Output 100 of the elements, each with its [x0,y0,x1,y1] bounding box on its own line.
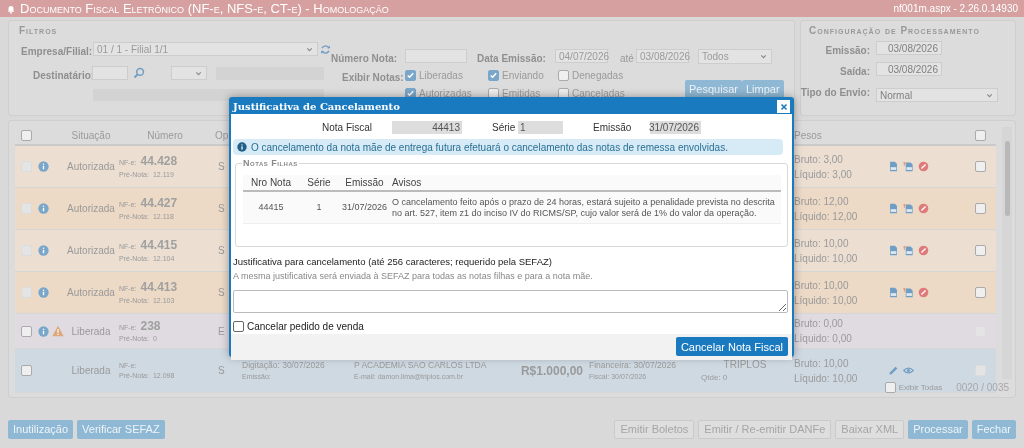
button[interactable]: Processar [908,420,968,439]
checkbox[interactable] [974,287,986,298]
field-label: Emissão [593,120,633,135]
checkbox[interactable] [974,203,986,214]
select-field[interactable]: Todos [698,49,772,64]
input-field[interactable]: 04/07/2026 [555,49,608,63]
checkbox[interactable] [884,382,896,393]
input-field[interactable]: 03/08/2026 [636,49,689,63]
checkbox[interactable] [20,325,32,337]
document-icon[interactable] [888,203,899,214]
cell-text: Financeira: 30/07/2026 [589,358,677,372]
text-area[interactable] [233,289,788,313]
weight-text: Líquido: 3,00 [794,167,853,182]
cancel-icon[interactable] [918,161,929,172]
field-label: Empresa/Filial: [21,45,93,59]
button[interactable]: Fechar [971,420,1016,439]
note-number: 44.413 [140,280,178,296]
document-arrow-icon[interactable] [903,161,914,172]
document-arrow-icon[interactable] [903,245,914,256]
table-cell: 31/07/2026 [341,202,387,213]
checkbox-option[interactable]: Liberadas [405,68,463,83]
readonly-field: 44413 [392,120,462,134]
alert-text: O cancelamento da nota mãe de entrega futura efetuará o cancelamento das notas de remessa envolvidas. [251,140,728,155]
checkbox[interactable] [974,245,986,256]
cancel-icon[interactable] [918,203,929,214]
button[interactable]: Verificar SEFAZ [77,420,165,439]
column-header: Pesos [794,130,822,141]
close-icon [778,101,789,112]
column-header: Situação [71,129,111,143]
status-text: Liberada [71,364,111,378]
weight-text: Líquido: 10,00 [794,251,859,266]
eye-icon[interactable] [903,365,914,376]
close-button[interactable] [777,100,790,113]
readonly-field: 31/07/2026 [650,120,701,134]
checkbox-option[interactable]: Denegadas [558,68,624,83]
checkbox-option[interactable]: Enviando [488,68,544,83]
caret-icon [759,52,768,61]
version-text: nf001m.aspx - 2.26.0.14930 [893,2,1018,16]
checkbox[interactable] [974,161,986,172]
field-label: Justificativa para cancelamento (até 256 caracteres; requerido pela SEFAZ) [233,255,553,269]
status-text: Autorizada [67,244,115,258]
dialog-title: Justificativa de Cancelamento [233,100,400,114]
date-field[interactable]: 03/08/2026 [876,62,942,76]
cancel-icon[interactable] [918,287,929,298]
weight-text: Líquido: 0,00 [794,332,853,346]
column-header: Nro Nota [251,176,291,190]
cancel-invoice-button[interactable]: Cancelar Nota Fiscal [675,337,788,357]
checkbox[interactable] [488,70,499,81]
note-number: 44.427 [140,196,178,212]
field-label: Destinatário: [33,69,95,83]
operation-text: S [218,202,225,216]
field-label: Saída: [840,65,870,79]
column-header: Emissão [345,176,384,190]
table-cell: 1 [316,202,322,213]
cell-text: Digitação: 30/07/2026 [242,358,326,372]
table-cell: 44415 [258,202,284,213]
weight-text: Bruto: 10,00 [794,236,850,251]
select-field[interactable] [171,66,207,80]
column-header: Número [147,129,183,143]
date-field[interactable]: 03/08/2026 [876,41,942,55]
checkbox[interactable] [20,130,32,141]
column-header: Op [215,129,229,143]
document-arrow-icon[interactable] [903,203,914,214]
info-icon [237,142,247,152]
checkbox[interactable] [405,70,416,81]
document-icon[interactable] [888,245,899,256]
pencil-icon[interactable] [888,365,899,376]
operation-text: E [218,324,225,339]
weight-text: Bruto: 0,00 [794,317,844,331]
cancel-icon[interactable] [918,245,929,256]
weight-text: Líquido: 12,00 [794,209,859,224]
weight-text: Líquido: 10,00 [794,293,859,308]
select-field[interactable]: 01 / 1 - Filial 1/1 [93,42,318,56]
checkbox[interactable] [233,320,244,332]
select-field[interactable]: Normal [876,88,998,102]
button[interactable]: Inutilização [8,420,74,439]
document-arrow-icon[interactable] [903,287,914,298]
weight-text: Líquido: 10,00 [794,371,859,386]
panel-legend: Filtros [19,23,58,38]
checkbox-option[interactable]: Cancelar pedido de venda [233,318,790,334]
checkbox[interactable] [974,130,986,141]
note-number: 44.428 [140,154,178,170]
refresh-icon[interactable] [320,44,331,55]
status-text: Liberada [71,324,111,339]
weight-text: Bruto: 10,00 [794,278,850,293]
field-label: Emissão: [825,44,870,58]
weight-text: Bruto: 12,00 [794,194,850,209]
button[interactable]: Pesquisar [685,80,742,99]
field-label: Número Nota: [331,52,398,66]
status-text: Autorizada [67,202,115,216]
operation-text: S [218,286,225,300]
document-icon[interactable] [888,287,899,298]
checkbox[interactable] [20,365,32,376]
document-icon[interactable] [888,161,899,172]
search-icon[interactable] [133,67,145,79]
status-text: Autorizada [67,160,115,174]
checkbox[interactable] [558,70,569,81]
scrollbar[interactable] [1002,127,1012,379]
bell-icon [6,3,16,14]
field-label: Exibir Notas: [342,71,404,85]
